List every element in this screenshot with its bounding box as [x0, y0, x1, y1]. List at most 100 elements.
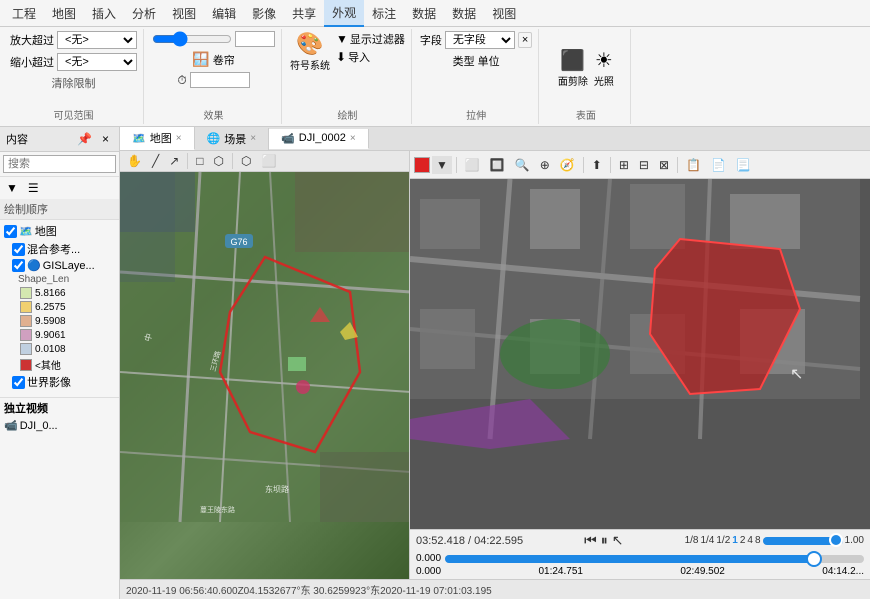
ms-row: ⏱ 500.0 ms [177, 72, 249, 88]
menu-gongxiang[interactable]: 共享 [284, 1, 324, 26]
video-tool-grid1[interactable]: ⊞ [615, 156, 633, 174]
menu-waiguan[interactable]: 外观 [324, 0, 364, 27]
zoom-out-dropdown[interactable]: <无> [57, 53, 137, 71]
surface-group-label: 表面 [576, 105, 596, 122]
symbol-system-btn[interactable]: 🎨 符号系统 [290, 31, 330, 72]
layer-map-icon: 🗺️ [19, 225, 33, 238]
layer-map[interactable]: 🗺️ 地图 [0, 222, 119, 240]
ribbon-group-draw: 🎨 符号系统 ▼ 显示过滤器 ⬇ 导入 绘制 [284, 29, 412, 124]
scene-tab-label: 场景 [224, 131, 246, 147]
map-tool-draw-arrow[interactable]: ↗ [165, 152, 183, 170]
field-label: 字段 [420, 32, 442, 48]
dji-icon: 📹 [4, 419, 18, 432]
field-clear-btn[interactable]: × [518, 32, 532, 48]
curtain-row: 🪟 卷帘 [192, 51, 234, 68]
menu-shuju1[interactable]: 数据 [404, 1, 444, 26]
video-tool-more3[interactable]: 📃 [732, 156, 755, 174]
zoom-in-dropdown[interactable]: <无> [57, 31, 137, 49]
map-tool-move[interactable]: ⬡ [237, 152, 255, 170]
legend-item-2: 6.2575 [16, 300, 119, 314]
speed-slider-track[interactable] [763, 537, 843, 545]
menu-charu[interactable]: 插入 [84, 1, 124, 26]
map-tool-rect[interactable]: □ [192, 152, 207, 170]
menu-bianji[interactable]: 编辑 [204, 1, 244, 26]
menu-shitu[interactable]: 视图 [164, 1, 204, 26]
ribbon: 放大超过 <无> 缩小超过 <无> 清除限制 可见范围 32.0 % 🪟 卷帘 [0, 27, 870, 127]
legend-color-2 [20, 301, 32, 313]
video-tool-grid3[interactable]: ⊠ [655, 156, 673, 174]
menu-shuju2[interactable]: 数据 [444, 1, 484, 26]
map-tool-explore[interactable]: ✋ [123, 152, 146, 170]
video-tool-more2[interactable]: 📄 [707, 156, 730, 174]
opacity-slider[interactable] [152, 31, 232, 47]
forward-btn[interactable]: ↖ [612, 532, 624, 549]
tab-dji[interactable]: 📹 DJI_0002 × [269, 129, 369, 149]
dji-layer-item[interactable]: 📹 DJI_0... [0, 418, 119, 433]
video-color-indicator[interactable] [414, 157, 430, 173]
speed-handle[interactable] [829, 533, 843, 547]
video-tool-more1[interactable]: 📋 [682, 156, 705, 174]
field-dropdown[interactable]: 无字段 [445, 31, 515, 49]
menu-shitu2[interactable]: 视图 [484, 1, 524, 26]
video-dropdown-btn[interactable]: ▼ [432, 156, 452, 174]
display-filter-btn[interactable]: ▼ 显示过滤器 [336, 31, 405, 47]
panel-close-btn[interactable]: × [98, 130, 113, 148]
timeline-start: 0.000 [416, 553, 441, 564]
video-content[interactable]: ↖ [410, 179, 870, 529]
menu-yingxiang[interactable]: 影像 [244, 1, 284, 26]
layer-gis[interactable]: 🔵 GISLaye... [0, 258, 119, 273]
stretch-group-label: 拉伸 [466, 105, 486, 122]
map-tool-draw-line[interactable]: ╱ [148, 152, 163, 170]
ms-input[interactable]: 500.0 ms [190, 72, 250, 88]
layer-map-label: 地图 [35, 223, 57, 239]
video-tool-2[interactable]: 🔲 [486, 156, 509, 174]
rewind-btn[interactable]: ⏮ [584, 532, 597, 549]
map-tool-polygon[interactable]: ⬡ [210, 152, 228, 170]
speed-label7: 8 [755, 535, 761, 546]
menu-biaozhu[interactable]: 标注 [364, 1, 404, 26]
ribbon-group-effect: 32.0 % 🪟 卷帘 ⏱ 500.0 ms 效果 [146, 29, 282, 124]
panel-pin-btn[interactable]: 📌 [73, 130, 96, 148]
menu-fenxi[interactable]: 分析 [124, 1, 164, 26]
video-tool-3[interactable]: 🔍 [511, 156, 534, 174]
lighting-btn[interactable]: ☀ 光照 [594, 48, 614, 88]
opacity-input[interactable]: 32.0 % [235, 31, 275, 47]
layer-mixed[interactable]: 混合参考... [0, 240, 119, 258]
layer-world-checkbox[interactable] [12, 376, 25, 389]
content-panes: ✋ ╱ ↗ □ ⬡ ⬡ ⬜ [120, 151, 870, 579]
satellite-map[interactable]: G76 中 三 [120, 172, 409, 579]
video-tool-compass[interactable]: 🧭 [556, 156, 579, 174]
map-tab-close[interactable]: × [176, 133, 182, 144]
list-icon[interactable]: ☰ [24, 179, 43, 197]
timeline-handle[interactable] [806, 551, 822, 567]
filter-icon[interactable]: ▼ [2, 179, 22, 197]
dji-tab-close[interactable]: × [350, 133, 356, 144]
menu-gongcheng[interactable]: 工程 [4, 1, 44, 26]
ribbon-group-visibility: 放大超过 <无> 缩小超过 <无> 清除限制 可见范围 [4, 29, 144, 124]
search-input[interactable] [3, 155, 116, 173]
menu-ditu[interactable]: 地图 [44, 1, 84, 26]
layer-world[interactable]: 世界影像 [0, 373, 119, 391]
status-bar: 2020-11-19 06:56:40.600Z04.1532677°东 30.… [120, 579, 870, 599]
scene-tab-close[interactable]: × [250, 133, 256, 144]
layer-map-checkbox[interactable] [4, 225, 17, 238]
tab-scene[interactable]: 🌐 场景 × [195, 128, 270, 150]
video-tool-grid2[interactable]: ⊟ [635, 156, 653, 174]
pause-btn[interactable]: ⏸ [601, 532, 608, 549]
import-btn[interactable]: ⬇ 导入 [336, 49, 405, 65]
curtain-icon: 🪟 [192, 51, 209, 68]
layer-mixed-checkbox[interactable] [12, 243, 25, 256]
video-tool-up[interactable]: ⬆ [588, 156, 606, 174]
layer-gis-checkbox[interactable] [12, 259, 25, 272]
legend-value-2: 6.2575 [35, 302, 66, 313]
timeline-bar[interactable] [445, 555, 864, 563]
face-cut-btn[interactable]: ⬛ 面剪除 [558, 48, 588, 88]
video-tool-1[interactable]: ⬜ [461, 156, 484, 174]
video-toolbar: ▼ ⬜ 🔲 🔍 ⊕ 🧭 ⬆ ⊞ ⊟ ⊠ 📋 📄 📃 [410, 151, 870, 179]
effect-group-label: 效果 [204, 105, 224, 122]
legend-color-3 [20, 315, 32, 327]
video-tool-4[interactable]: ⊕ [536, 156, 554, 174]
map-tool-scale[interactable]: ⬜ [257, 152, 280, 170]
panel-search [0, 152, 119, 177]
tab-map[interactable]: 🗺️ 地图 × [120, 127, 195, 150]
